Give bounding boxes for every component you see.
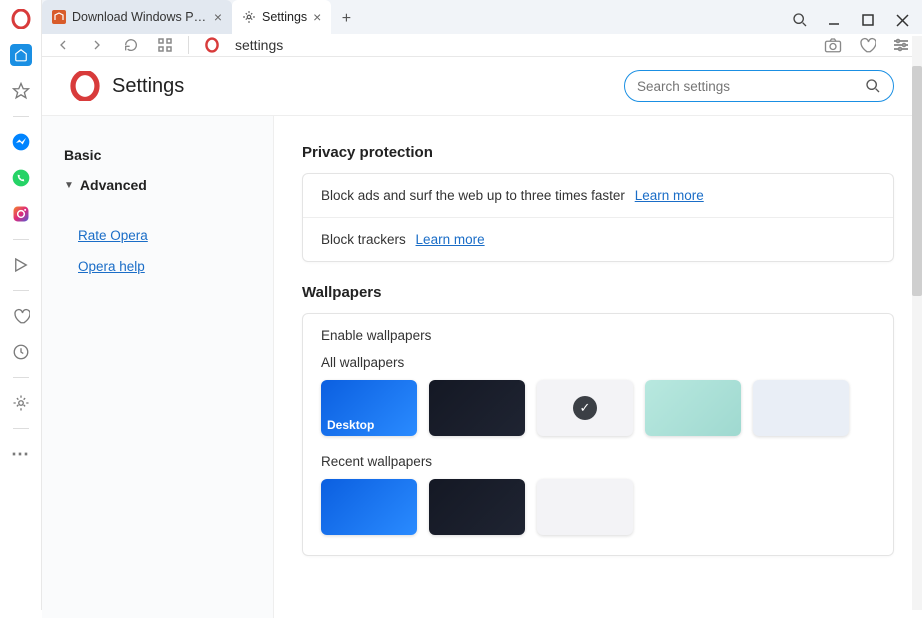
chevron-down-icon: ▼: [64, 180, 74, 191]
section-privacy-heading: Privacy protection: [302, 144, 894, 161]
privacy-card: Block ads and surf the web up to three t…: [302, 173, 894, 262]
opera-logo-icon: [70, 71, 100, 101]
window-maximize-icon[interactable]: [860, 12, 876, 28]
wallpaper-tile[interactable]: [537, 479, 633, 535]
wallpaper-tile[interactable]: Desktop: [321, 380, 417, 436]
settings-main: Basic ▼Advanced Rate Opera Opera help Pr…: [42, 115, 922, 618]
wallpapers-enable-row[interactable]: Enable wallpapers: [321, 328, 875, 343]
more-icon[interactable]: ⋯: [10, 443, 32, 465]
search-icon[interactable]: [792, 12, 808, 28]
window-minimize-icon[interactable]: [826, 12, 842, 28]
whatsapp-icon[interactable]: [10, 167, 32, 189]
home-icon[interactable]: [10, 44, 32, 66]
wallpapers-all-grid: Desktop ✓: [321, 380, 875, 436]
search-settings-field[interactable]: [624, 70, 894, 102]
gear-icon[interactable]: [10, 392, 32, 414]
heart-bookmark-icon[interactable]: [856, 34, 878, 56]
speed-dial-icon[interactable]: [154, 34, 176, 56]
search-icon: [865, 78, 881, 94]
wallpapers-card: Enable wallpapers All wallpapers Desktop…: [302, 313, 894, 556]
wallpaper-tile[interactable]: [429, 380, 525, 436]
wallpaper-tile[interactable]: ✓: [537, 380, 633, 436]
settings-header: Settings: [42, 57, 922, 115]
check-icon: ✓: [573, 396, 597, 420]
tab-close-icon[interactable]: ×: [313, 9, 321, 25]
settings-content: Privacy protection Block ads and surf th…: [274, 116, 922, 618]
tab-favicon-gear-icon: [242, 10, 256, 24]
tab-active[interactable]: Settings ×: [232, 0, 331, 34]
tab-bar: Download Windows Progra × Settings × +: [42, 0, 922, 34]
settings-nav: Basic ▼Advanced Rate Opera Opera help: [42, 116, 274, 618]
browser-sidebar: ⋯: [0, 0, 42, 610]
privacy-adblock-row[interactable]: Block ads and surf the web up to three t…: [303, 174, 893, 217]
nav-back-icon[interactable]: [52, 34, 74, 56]
tab-label: Download Windows Progra: [72, 10, 208, 24]
tab-favicon-icon: [52, 10, 66, 24]
window-controls: [782, 12, 922, 34]
new-tab-button[interactable]: +: [331, 4, 361, 34]
messenger-icon[interactable]: [10, 131, 32, 153]
nav-basic[interactable]: Basic: [60, 140, 255, 170]
opera-address-icon: [201, 34, 223, 56]
learn-more-link[interactable]: Learn more: [635, 188, 704, 203]
opera-logo-icon[interactable]: [10, 8, 32, 30]
nav-forward-icon[interactable]: [86, 34, 108, 56]
vertical-scrollbar[interactable]: [912, 36, 922, 610]
main-column: Download Windows Progra × Settings × + s…: [42, 0, 922, 610]
nav-advanced[interactable]: ▼Advanced: [60, 170, 255, 200]
address-bar: settings: [42, 34, 922, 57]
address-text[interactable]: settings: [235, 37, 810, 53]
tab-label: Settings: [262, 10, 307, 24]
star-icon[interactable]: [10, 80, 32, 102]
search-input[interactable]: [637, 79, 857, 94]
easy-setup-icon[interactable]: [890, 34, 912, 56]
section-wallpapers-heading: Wallpapers: [302, 284, 894, 301]
privacy-trackers-row[interactable]: Block trackers Learn more: [303, 217, 893, 261]
wallpaper-tile[interactable]: [429, 479, 525, 535]
instagram-icon[interactable]: [10, 203, 32, 225]
wallpaper-tile[interactable]: [645, 380, 741, 436]
nav-opera-help-link[interactable]: Opera help: [60, 253, 255, 280]
nav-rate-opera-link[interactable]: Rate Opera: [60, 222, 255, 249]
snapshot-icon[interactable]: [822, 34, 844, 56]
play-icon[interactable]: [10, 254, 32, 276]
wallpapers-recent-grid: [321, 479, 875, 535]
nav-reload-icon[interactable]: [120, 34, 142, 56]
learn-more-link[interactable]: Learn more: [416, 232, 485, 247]
heart-icon[interactable]: [10, 305, 32, 327]
settings-page: Settings Basic ▼Advanced Rate Opera Oper…: [42, 57, 922, 618]
page-title: Settings: [112, 75, 612, 98]
wallpaper-tile[interactable]: [753, 380, 849, 436]
wallpapers-all-label: All wallpapers: [321, 355, 875, 370]
tab-close-icon[interactable]: ×: [214, 9, 222, 25]
window-close-icon[interactable]: [894, 12, 910, 28]
wallpaper-tile[interactable]: [321, 479, 417, 535]
wallpapers-recent-label: Recent wallpapers: [321, 454, 875, 469]
tab-inactive[interactable]: Download Windows Progra ×: [42, 0, 232, 34]
history-icon[interactable]: [10, 341, 32, 363]
